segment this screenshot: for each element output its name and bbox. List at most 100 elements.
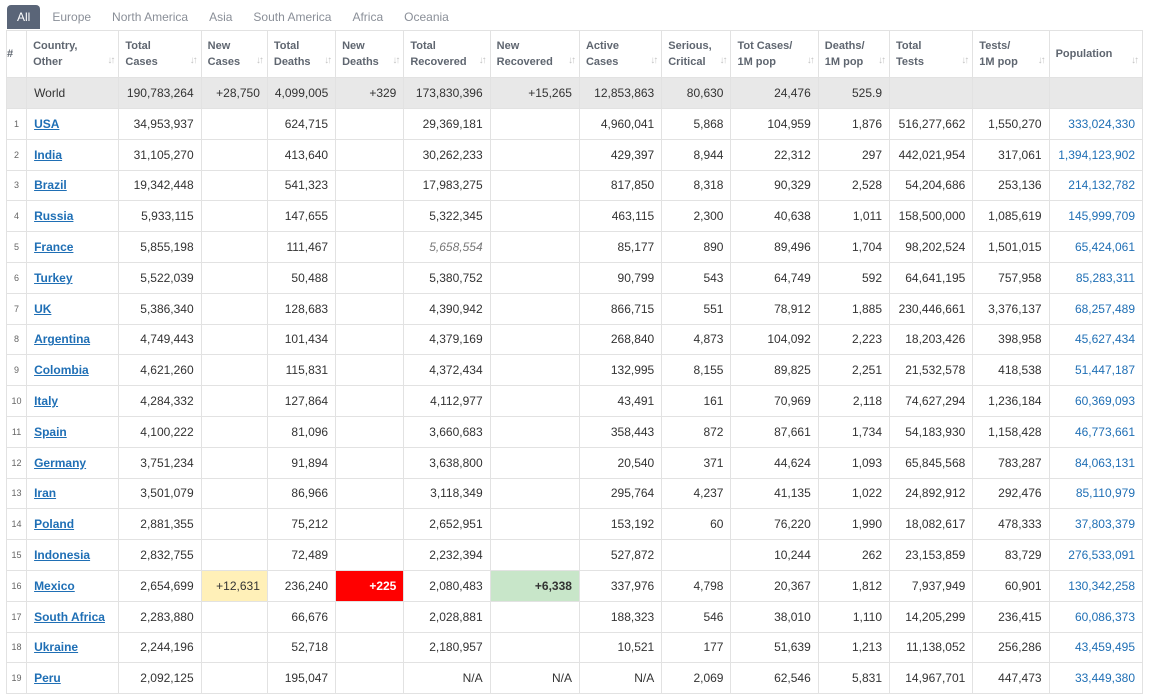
col-header-country[interactable]: Country, Other ↓↑ [26,30,120,78]
col-header-label: Serious, Critical [668,40,712,68]
col-header-new-cases[interactable]: New Cases ↓↑ [200,30,268,78]
cell-deaths-per-1m: 1,110 [817,600,891,633]
cell-tests-per-1m: 1,085,619 [972,200,1050,233]
cell-rank: 10 [5,385,28,417]
cell-total-deaths: 624,715 [266,108,337,140]
cell-rank: 5 [5,231,28,263]
cell-active-cases: N/A [578,662,663,695]
col-header-tests-per-1m[interactable]: Tests/ 1M pop ↓↑ [972,30,1050,78]
col-header-label: Country, Other [33,40,78,68]
sort-arrows-icon[interactable]: ↓↑ [1131,53,1139,69]
country-link[interactable]: Turkey [34,271,72,285]
cell-total-deaths: 111,467 [266,231,337,263]
cell-country: Indonesia [26,539,120,571]
cell-tot-cases-per-1m: 62,546 [730,662,819,695]
col-header-serious-critical[interactable]: Serious, Critical ↓↑ [661,30,732,78]
sort-arrows-icon[interactable]: ↓↑ [479,53,487,69]
col-header-population[interactable]: Population ↓↑ [1048,30,1144,78]
country-link[interactable]: Russia [34,209,73,223]
tab-oceania[interactable]: Oceania [395,5,458,29]
sort-arrows-icon[interactable]: ↓↑ [568,53,576,69]
col-header-total-tests[interactable]: Total Tests ↓↑ [889,30,974,78]
cell-serious-critical: 546 [661,600,732,633]
cell-total-tests: 11,138,052 [889,631,974,664]
country-link[interactable]: Argentina [34,332,90,346]
cell-tot-cases-per-1m: 104,959 [730,108,819,140]
sort-arrows-icon[interactable]: ↓↑ [961,53,969,69]
country-link[interactable]: India [34,148,62,162]
covid-table: # Country, Other ↓↑ Total Cases ↓↑ New Cases ↓… [5,30,1144,695]
tab-asia[interactable]: Asia [200,5,241,29]
tab-south-america[interactable]: South America [244,5,340,29]
country-link[interactable]: UK [34,302,51,316]
sort-arrows-icon[interactable]: ↓↑ [1038,53,1046,69]
cell-new-deaths [335,385,405,417]
col-header-tot-cases-per-1m[interactable]: Tot Cases/ 1M pop ↓↑ [730,30,819,78]
cell-total-cases: 5,933,115 [118,200,202,233]
col-header-label: Active Cases [585,40,619,68]
table-row: 8 Argentina 4,749,443 101,434 4,379,169 268,8… [5,323,1144,356]
sort-arrows-icon[interactable]: ↓↑ [878,53,886,69]
cell-total-recovered: 4,372,434 [403,354,491,387]
country-link[interactable]: Mexico [34,579,75,593]
col-header-deaths-per-1m[interactable]: Deaths/ 1M pop ↓↑ [817,30,891,78]
country-link[interactable]: France [34,240,73,254]
country-link[interactable]: Poland [34,517,74,531]
country-link[interactable]: Iran [34,486,56,500]
sort-arrows-icon[interactable]: ↓↑ [256,53,264,69]
country-link[interactable]: Brazil [34,178,67,192]
cell-country: Italy [26,385,120,417]
tab-africa[interactable]: Africa [343,5,392,29]
sort-arrows-icon[interactable]: ↓↑ [807,53,815,69]
cell-country: Russia [26,200,120,233]
tab-europe[interactable]: Europe [43,5,100,29]
cell-new-cases: +28,750 [200,77,268,109]
country-link[interactable]: Colombia [34,363,89,377]
sort-arrows-icon[interactable]: ↓↑ [190,53,198,69]
country-link[interactable]: Ukraine [34,640,78,654]
sort-arrows-icon[interactable]: ↓↑ [107,53,115,69]
cell-new-recovered [489,200,580,233]
col-header-active-cases[interactable]: Active Cases ↓↑ [578,30,663,78]
cell-country: Brazil [26,169,120,202]
cell-tot-cases-per-1m: 78,912 [730,292,819,325]
country-link[interactable]: USA [34,117,59,131]
col-header-new-recovered[interactable]: New Recovered ↓↑ [489,30,580,78]
col-header-new-deaths[interactable]: New Deaths ↓↑ [335,30,405,78]
sort-arrows-icon[interactable]: ↓↑ [719,53,727,69]
cell-tot-cases-per-1m: 51,639 [730,631,819,664]
table-row: 15 Indonesia 2,832,755 72,489 2,232,394 527,8… [5,539,1144,571]
cell-active-cases: 43,491 [578,385,663,417]
cell-country: Colombia [26,354,120,387]
col-header-total-deaths[interactable]: Total Deaths ↓↑ [266,30,337,78]
table-row: 14 Poland 2,881,355 75,212 2,652,951 153,192 6… [5,508,1144,541]
country-link[interactable]: Indonesia [34,548,90,562]
cell-new-recovered [489,477,580,510]
col-header-total-cases[interactable]: Total Cases ↓↑ [118,30,202,78]
tab-north-america[interactable]: North America [103,5,197,29]
cell-population: 1,394,123,902 [1048,138,1144,171]
country-link[interactable]: Italy [34,394,58,408]
sort-arrows-icon[interactable]: ↓↑ [650,53,658,69]
cell-new-recovered: +6,338 [489,569,580,602]
cell-total-tests: 14,205,299 [889,600,974,633]
cell-rank: 6 [5,261,28,294]
cell-population: 68,257,489 [1048,292,1144,325]
country-link[interactable]: South Africa [34,610,105,624]
cell-new-recovered: +15,265 [489,77,580,109]
country-link[interactable]: Spain [34,425,67,439]
cell-population: 333,024,330 [1048,108,1144,140]
tab-all[interactable]: All [7,5,41,29]
cell-total-deaths: 72,489 [266,539,337,571]
cell-active-cases: 358,443 [578,415,663,448]
sort-arrows-icon[interactable]: ↓↑ [392,53,400,69]
country-link[interactable]: Germany [34,456,86,470]
cell-new-recovered [489,261,580,294]
country-link[interactable]: Peru [34,671,61,685]
cell-tests-per-1m: 292,476 [972,477,1050,510]
cell-total-recovered: 5,380,752 [403,261,491,294]
sort-arrows-icon[interactable]: ↓↑ [324,53,332,69]
cell-active-cases: 90,799 [578,261,663,294]
col-header-total-recovered[interactable]: Total Recovered ↓↑ [403,30,491,78]
cell-total-tests: 7,937,949 [889,569,974,602]
